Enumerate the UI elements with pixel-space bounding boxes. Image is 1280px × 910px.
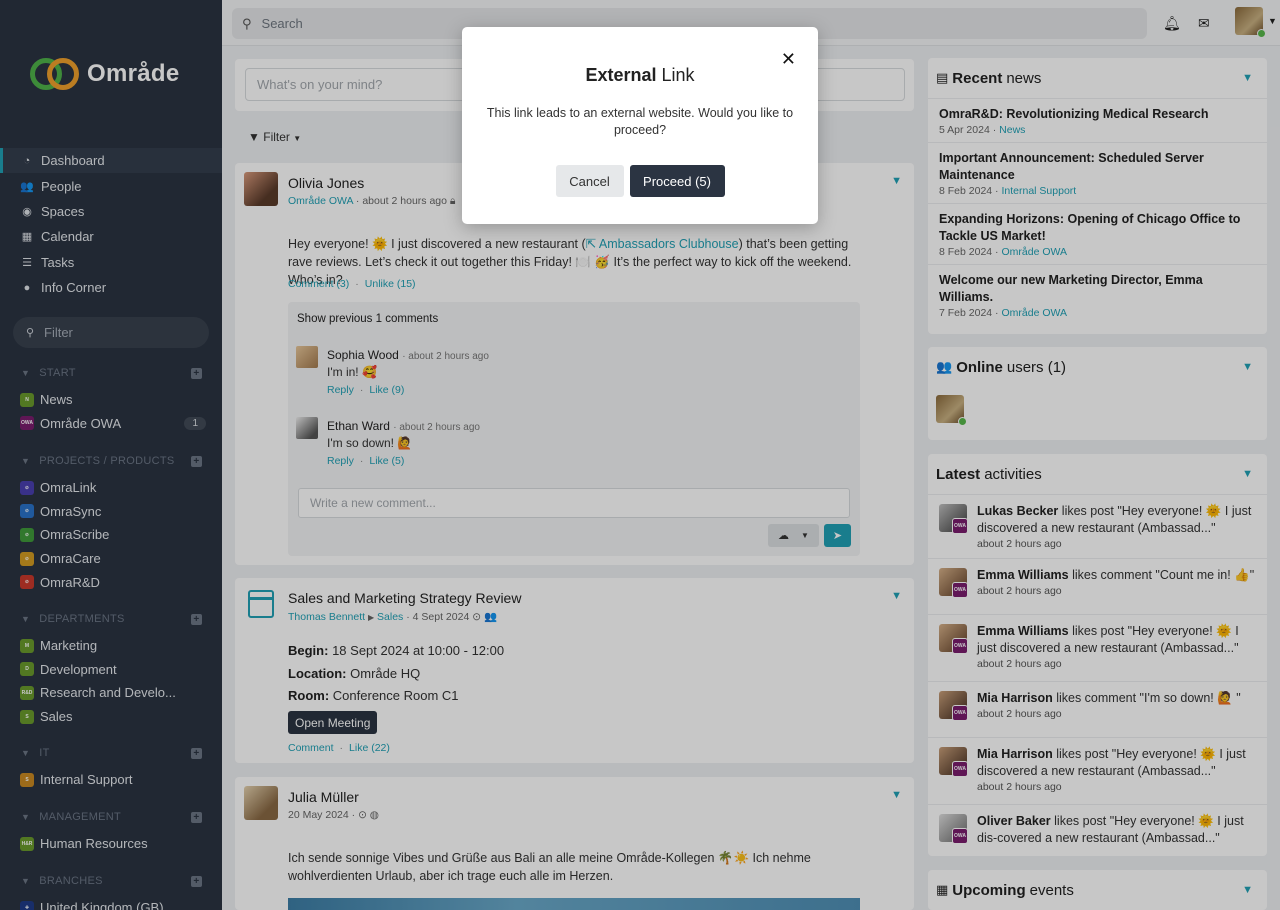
modal-title-rest: Link [661,65,695,85]
modal-buttons: Cancel Proceed (5) [462,165,818,197]
external-link-modal: ✕ External Link This link leads to an ex… [462,27,818,224]
modal-title: External Link [462,65,818,86]
cancel-button[interactable]: Cancel [555,165,624,197]
modal-message: This link leads to an external website. … [486,106,794,137]
proceed-button[interactable]: Proceed (5) [629,165,725,197]
modal-title-bold: External [585,65,657,85]
